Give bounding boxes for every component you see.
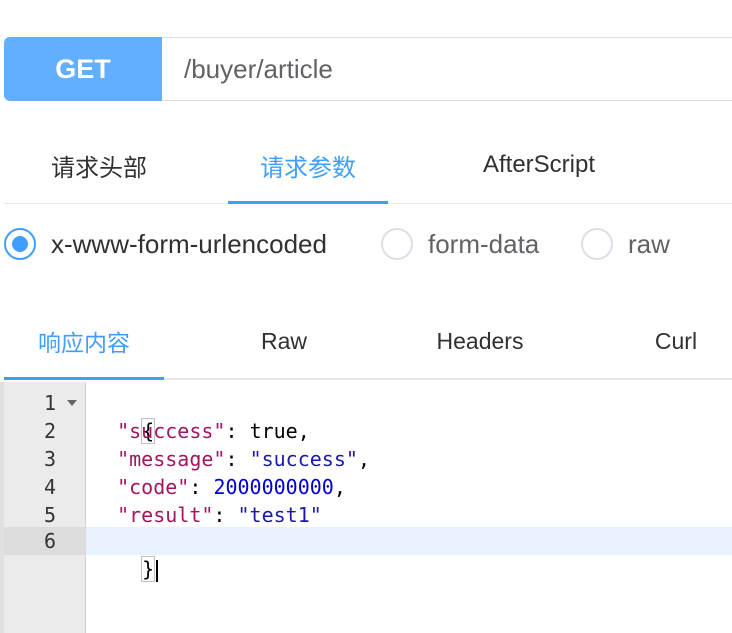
radio-raw[interactable]: raw [581,222,670,266]
active-tab-indicator [228,201,388,204]
active-line-highlight [86,527,732,555]
json-separator: : [213,503,238,527]
json-key: "code" [117,475,190,499]
json-value: 2000000000 [213,475,334,499]
line-number: 3 [43,447,56,471]
json-value: "test1" [237,503,322,527]
line-number-active: 6 [4,527,86,555]
active-tab-indicator [4,377,164,380]
tab-raw[interactable]: Raw [204,302,364,380]
method-button[interactable]: GET [4,37,162,101]
radio-checked-icon [4,228,36,260]
radio-label: form-data [428,228,540,259]
line-number: 4 [43,475,56,499]
tab-response-content[interactable]: 响应内容 [4,302,164,380]
json-value: true [249,419,298,443]
radio-form-data[interactable]: form-data [381,222,539,266]
code-line: "success": true, [93,417,310,445]
tab-headers[interactable]: Headers [400,302,560,380]
code-line: "result": "test1" [93,501,322,529]
line-number: 5 [43,503,56,527]
json-separator: : [225,447,250,471]
code-line: "code": 2000000000, [93,473,346,501]
line-number: 2 [43,419,56,443]
json-comma: , [297,419,310,443]
line-number: 1 [4,389,86,417]
text-cursor [156,559,159,582]
json-key: "success" [117,419,226,443]
chevron-down-icon[interactable] [67,400,77,406]
tab-request-headers[interactable]: 请求头部 [4,126,194,204]
code-line: { [93,389,156,444]
json-comma: , [357,447,370,471]
radio-unchecked-icon [581,228,613,260]
tab-request-params[interactable]: 请求参数 [228,126,388,204]
code-line: "message": "success", [93,445,370,473]
json-key: "result" [117,503,214,527]
tab-curl[interactable]: Curl [616,302,732,380]
json-separator: : [225,419,250,443]
url-input[interactable]: /buyer/article [162,37,732,101]
response-code-editor[interactable]: 1 2 3 4 5 6 { "success": true, "message"… [4,382,732,633]
json-separator: : [189,475,214,499]
code-line: } [93,527,159,582]
radio-x-www-form-urlencoded[interactable]: x-www-form-urlencoded [4,222,327,266]
matched-bracket: } [141,556,156,582]
radio-label: x-www-form-urlencoded [51,228,327,259]
response-tabs: 响应内容 Raw Headers Curl [4,302,732,380]
json-comma: , [333,475,346,499]
request-tabs: 请求头部 请求参数 AfterScript [4,126,732,204]
body-type-radio-group: x-www-form-urlencoded form-data raw [4,222,732,266]
radio-label: raw [628,228,670,259]
radio-unchecked-icon [381,228,413,260]
json-key: "message" [117,447,226,471]
request-url-bar: GET /buyer/article [4,37,732,101]
tab-afterscript[interactable]: AfterScript [444,126,634,204]
json-value: "success" [249,447,358,471]
editor-gutter: 1 2 3 4 5 6 [4,382,86,633]
